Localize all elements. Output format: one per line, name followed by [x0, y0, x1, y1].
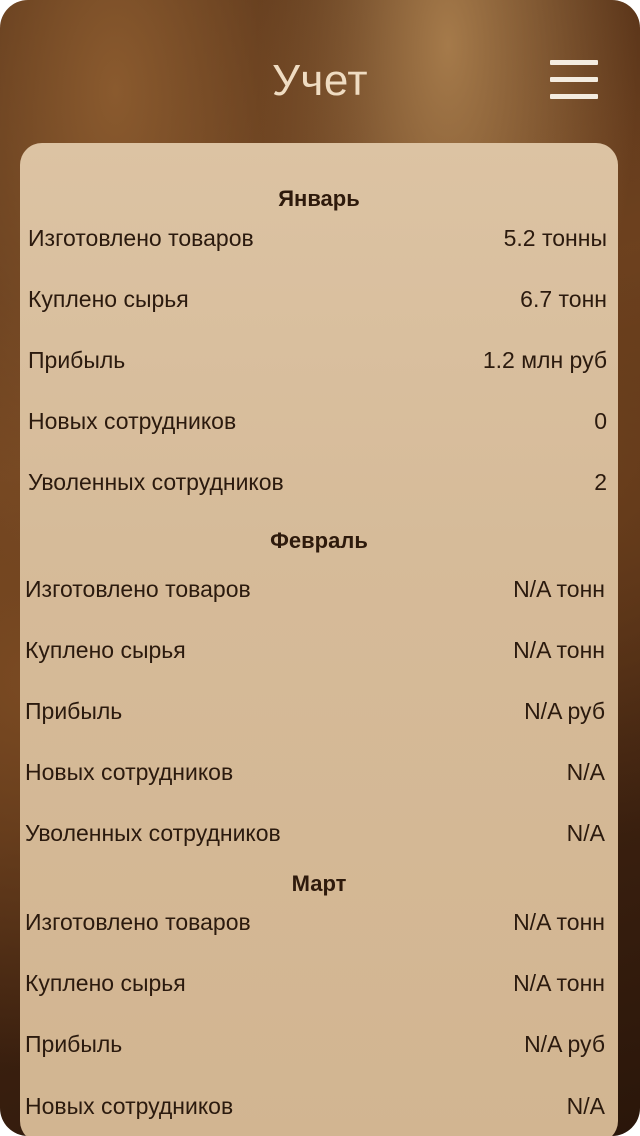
row-label: Куплено сырья	[25, 637, 186, 663]
row-label: Куплено сырья	[28, 286, 189, 312]
list-item: Прибыль 1.2 млн руб	[28, 340, 607, 380]
row-value: N/A тонн	[513, 576, 605, 602]
app-screen: Учет Январь Изготовлено товаров 5.2 тонн…	[0, 0, 640, 1136]
list-item: Новых сотрудников N/A	[25, 752, 605, 792]
row-value: N/A руб	[524, 698, 605, 724]
row-label: Новых сотрудников	[25, 759, 234, 785]
list-item: Уволенных сотрудников 2	[28, 462, 607, 502]
list-item: Изготовлено товаров N/A тонн	[25, 569, 605, 609]
list-item: Куплено сырья N/A тонн	[25, 630, 605, 670]
row-value: 6.7 тонн	[520, 286, 607, 312]
list-item: Новых сотрудников N/A	[25, 1086, 605, 1126]
list-item: Изготовлено товаров N/A тонн	[25, 902, 605, 942]
row-label: Изготовлено товаров	[28, 225, 254, 251]
menu-bar	[550, 77, 598, 82]
row-value: N/A	[566, 820, 605, 846]
hamburger-menu-icon[interactable]	[548, 58, 602, 104]
row-label: Куплено сырья	[25, 970, 186, 996]
list-item: Уволенных сотрудников N/A	[25, 813, 605, 853]
month-heading-january: Январь	[278, 186, 360, 211]
row-value: 1.2 млн руб	[482, 347, 607, 373]
row-value: 0	[594, 408, 607, 434]
row-label: Новых сотрудников	[28, 408, 237, 434]
row-value: N/A руб	[524, 1031, 605, 1057]
list-item: Прибыль N/A руб	[25, 1024, 605, 1064]
row-value: N/A	[566, 759, 605, 785]
row-label: Новых сотрудников	[25, 1093, 234, 1119]
row-value: N/A тонн	[513, 909, 605, 935]
row-value: N/A	[566, 1093, 605, 1119]
row-value: 2	[594, 469, 607, 495]
accounting-panel: Январь Изготовлено товаров 5.2 тонны Куп…	[20, 143, 618, 1136]
list-item: Изготовлено товаров 5.2 тонны	[28, 218, 607, 258]
list-item: Куплено сырья 6.7 тонн	[28, 279, 607, 319]
row-label: Изготовлено товаров	[25, 576, 251, 602]
row-label: Изготовлено товаров	[25, 909, 251, 935]
row-value: N/A тонн	[513, 970, 605, 996]
month-heading-february: Февраль	[270, 528, 368, 553]
row-label: Уволенных сотрудников	[25, 820, 281, 846]
menu-bar	[550, 60, 598, 65]
list-item: Куплено сырья N/A тонн	[25, 963, 605, 1003]
row-label: Уволенных сотрудников	[28, 469, 284, 495]
list-item: Прибыль N/A руб	[25, 691, 605, 731]
row-label: Прибыль	[25, 1031, 123, 1057]
menu-bar	[550, 94, 598, 99]
row-value: 5.2 тонны	[503, 225, 607, 251]
row-value: N/A тонн	[513, 637, 605, 663]
row-label: Прибыль	[25, 698, 123, 724]
row-label: Прибыль	[28, 347, 126, 373]
month-heading-march: Март	[291, 871, 347, 896]
app-header: Учет	[0, 0, 640, 140]
list-item: Новых сотрудников 0	[28, 401, 607, 441]
page-title: Учет	[271, 56, 369, 105]
